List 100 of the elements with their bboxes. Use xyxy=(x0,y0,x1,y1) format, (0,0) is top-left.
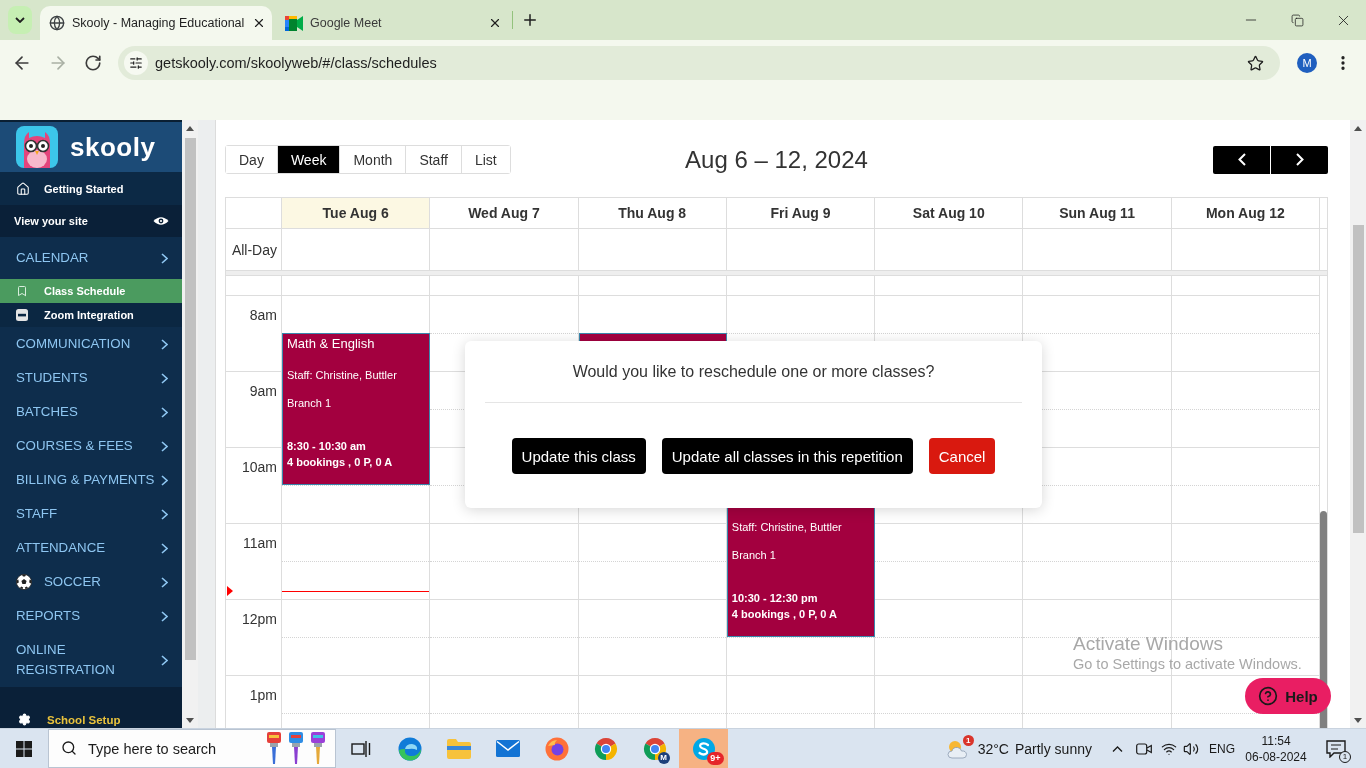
reload-icon[interactable] xyxy=(84,54,102,72)
brand-name: skooly xyxy=(70,131,156,163)
view-tab[interactable]: List xyxy=(460,146,510,173)
scroll-down-icon[interactable] xyxy=(186,717,194,723)
scrollbar[interactable] xyxy=(1350,120,1366,728)
browser-swirl-icon xyxy=(397,736,422,761)
sidebar-item[interactable]: BATCHES xyxy=(0,395,182,429)
scrollbar-thumb[interactable] xyxy=(1352,225,1364,533)
video-camera-icon[interactable] xyxy=(1136,741,1152,756)
event-staff: Staff: Christine, Buttler xyxy=(731,520,843,535)
notification-count: 1 xyxy=(1339,750,1351,763)
search-field[interactable]: Type here to search xyxy=(48,729,336,768)
taskbar-clock[interactable]: 11:54 06-08-2024 xyxy=(1246,732,1306,765)
sidebar-item[interactable]: COMMUNICATION xyxy=(0,327,182,361)
sidebar-item[interactable]: COURSES & FEES xyxy=(0,429,182,463)
chevron-down-icon xyxy=(15,17,25,23)
weather-text: Partly sunny xyxy=(1014,740,1092,757)
sidebar-item[interactable]: School Setup xyxy=(0,687,182,728)
language-indicator[interactable]: ENG xyxy=(1209,741,1235,756)
close-icon[interactable] xyxy=(488,16,502,30)
scroll-up-icon[interactable] xyxy=(186,125,194,131)
notification-icon[interactable] xyxy=(1326,739,1346,758)
event-branch: Branch 1 xyxy=(287,396,333,411)
time-label: 12pm xyxy=(241,610,277,627)
scroll-up-icon[interactable] xyxy=(1354,125,1362,131)
chevron-right-icon xyxy=(161,610,168,622)
globe-icon xyxy=(49,15,65,31)
chevron-right-icon xyxy=(161,542,168,554)
sidebar-item[interactable]: ONLINE REGISTRATION xyxy=(0,633,182,687)
sidebar-item[interactable]: CALENDAR xyxy=(0,237,182,279)
browser-flame-icon xyxy=(544,736,569,761)
taskbar-button[interactable]: 9+ xyxy=(679,729,728,768)
close-icon[interactable] xyxy=(252,16,266,30)
sidebar-item[interactable]: Zoom Integration xyxy=(0,303,182,327)
now-arrow-icon xyxy=(227,586,233,597)
help-button[interactable]: Help xyxy=(1245,678,1331,714)
profile-button[interactable]: M xyxy=(1297,53,1317,73)
chevron-right-icon xyxy=(161,654,168,666)
tab-search-button[interactable] xyxy=(8,6,32,34)
next-button[interactable] xyxy=(1271,145,1328,174)
video-camera-icon xyxy=(285,15,303,31)
event-title: Math & English xyxy=(287,335,376,353)
event-staff: Staff: Christine, Buttler xyxy=(287,368,398,383)
sidebar-item[interactable]: STAFF xyxy=(0,497,182,531)
all-day-label: All-Day xyxy=(230,240,278,260)
chevron-right-icon xyxy=(161,372,168,384)
help-icon xyxy=(1258,686,1279,706)
browser-wheel-icon xyxy=(642,736,667,761)
event-time: 10:30 - 12:30 pm xyxy=(731,591,819,606)
weather-icon[interactable] xyxy=(945,738,970,759)
event-branch: Branch 1 xyxy=(731,548,777,563)
browser-tab[interactable]: Skooly - Managing Educational xyxy=(40,6,272,40)
update-button[interactable]: Update this class xyxy=(511,438,646,474)
sidebar-item[interactable]: Getting Started xyxy=(0,172,182,205)
new-tab-icon[interactable] xyxy=(521,11,539,29)
sidebar-item[interactable]: REPORTS xyxy=(0,599,182,633)
restore-icon[interactable] xyxy=(1290,13,1304,27)
search-icon xyxy=(61,740,77,756)
sidebar-item[interactable]: View your site xyxy=(0,205,182,237)
start-icon xyxy=(16,740,32,757)
sidebar-item[interactable]: BILLING & PAYMENTS xyxy=(0,463,182,497)
chevron-right-icon xyxy=(161,508,168,520)
owl-logo-icon xyxy=(16,126,58,168)
activation-notice-title: Activate Windows xyxy=(1073,633,1224,655)
chevron-up-icon[interactable] xyxy=(1112,745,1123,752)
dialog-message: Would you like to reschedule one or more classes? xyxy=(571,362,936,382)
taskbar-button[interactable]: M xyxy=(630,729,679,768)
previous-button[interactable] xyxy=(1213,145,1270,174)
eye-icon xyxy=(153,216,169,226)
cancel-button[interactable]: Cancel xyxy=(928,438,996,474)
site-info-button[interactable] xyxy=(124,51,148,75)
temperature-text: 32°C xyxy=(977,740,1009,757)
address-field[interactable]: getskooly.com/skoolyweb/#/class/schedules xyxy=(118,46,1280,80)
chevron-left-icon xyxy=(1237,153,1246,166)
event-bookings: 4 bookings , 0 P, 0 A xyxy=(731,607,838,622)
scrollbar[interactable] xyxy=(182,120,198,728)
time-label: 1pm xyxy=(249,686,277,703)
settings-icon xyxy=(18,713,31,726)
volume-icon[interactable] xyxy=(1183,740,1199,757)
update-button[interactable]: Update all classes in this repetition xyxy=(661,438,913,474)
view-tab[interactable]: Week xyxy=(276,146,340,173)
browser-tab[interactable]: Google Meet xyxy=(276,6,508,40)
scrollbar-thumb[interactable] xyxy=(184,138,196,660)
chevron-right-icon xyxy=(1295,153,1304,166)
unread-badge: 9+ xyxy=(707,751,724,765)
star-icon[interactable] xyxy=(1247,54,1264,72)
sidebar-item[interactable]: SOCCER xyxy=(0,565,182,599)
time-label: 11am xyxy=(243,534,277,551)
time-label: 10am xyxy=(241,458,277,475)
time-label: 8am xyxy=(249,306,277,323)
home-icon xyxy=(16,181,30,196)
mail-icon xyxy=(495,740,520,757)
class-event[interactable]: Math & English Staff: Christine, Buttler Branch 1 8:30 - 10:30 am 4 bookings , 0 P, 0 A xyxy=(282,333,431,485)
sidebar-item[interactable]: STUDENTS xyxy=(0,361,182,395)
scroll-down-icon[interactable] xyxy=(1354,717,1362,723)
chevron-right-icon xyxy=(161,576,168,588)
zoom-box-icon xyxy=(16,309,28,321)
activation-notice-text: Go to Settings to activate Windows. xyxy=(1073,656,1302,673)
sidebar-item[interactable]: ATTENDANCE xyxy=(0,531,182,565)
chevron-right-icon xyxy=(161,406,168,418)
